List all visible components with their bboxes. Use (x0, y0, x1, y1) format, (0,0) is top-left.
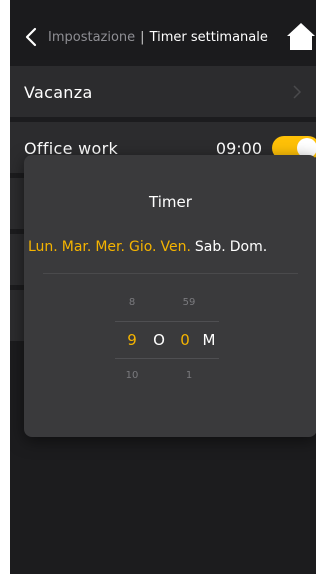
day-selector: Lun. Mar. Mer. Gio. Ven. Sab. Dom. (28, 239, 271, 255)
timer-dialog: Timer Lun. Mar. Mer. Gio. Ven. Sab. Dom. 8 59 … (24, 155, 316, 437)
back-button[interactable] (22, 26, 40, 48)
day-mon[interactable]: Lun. (28, 239, 58, 255)
list-item-label: Vacanza (24, 83, 93, 102)
home-icon (287, 23, 315, 50)
hour-value[interactable]: 9 (117, 331, 147, 349)
time-suffix: M (202, 331, 216, 349)
day-tue[interactable]: Mar. (62, 239, 92, 255)
day-thu[interactable]: Gio. (129, 239, 157, 255)
chevron-right-icon (293, 85, 302, 99)
picker-highlight-bottom (115, 358, 219, 359)
header: Impostazione | Timer settimanale (10, 0, 316, 60)
day-fri[interactable]: Ven. (160, 239, 190, 255)
breadcrumb-separator: | (140, 30, 145, 45)
list-item-vacanza[interactable]: Vacanza (10, 66, 316, 118)
home-button[interactable] (286, 20, 316, 52)
breadcrumb: Impostazione | Timer settimanale (48, 30, 268, 45)
minute-prev[interactable]: 59 (174, 297, 204, 308)
day-wed[interactable]: Mer. (95, 239, 125, 255)
divider (43, 273, 298, 274)
chevron-left-icon (25, 27, 37, 47)
dialog-title: Timer (149, 193, 192, 211)
app-screen: Impostazione | Timer settimanale Vacanza O… (10, 0, 316, 574)
page-title: Timer settimanale (149, 30, 268, 45)
day-sat[interactable]: Sab. (195, 239, 226, 255)
day-sun[interactable]: Dom. (230, 239, 267, 255)
picker-highlight-top (115, 321, 219, 322)
breadcrumb-parent[interactable]: Impostazione (48, 30, 135, 45)
minute-next[interactable]: 1 (174, 370, 204, 381)
hour-prev[interactable]: 8 (117, 297, 147, 308)
hour-next[interactable]: 10 (117, 370, 147, 381)
